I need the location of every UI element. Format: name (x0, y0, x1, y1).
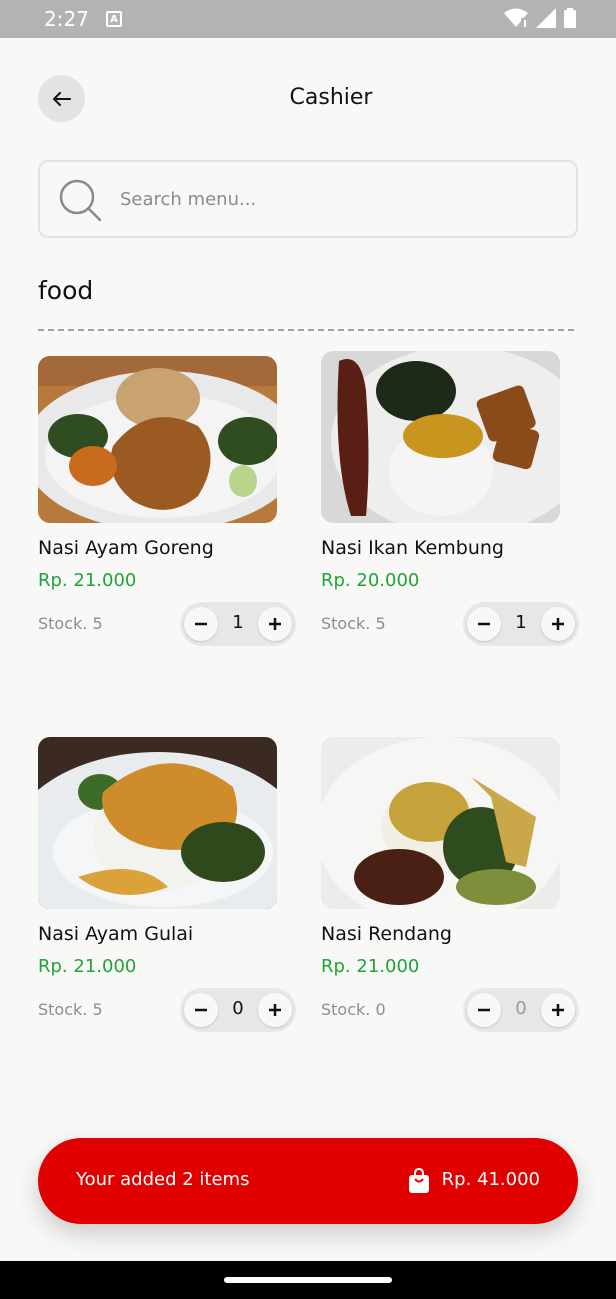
quantity-stepper: 0 (180, 988, 296, 1032)
search-box[interactable] (38, 160, 578, 238)
curry-chicken-rice-image (38, 737, 277, 909)
decrease-button[interactable] (467, 607, 501, 641)
status-bar: 2:27 A (0, 0, 616, 38)
quantity-value: 1 (515, 612, 527, 633)
a-icon: A (106, 11, 122, 27)
rendang-rice-image (321, 737, 560, 909)
status-time: 2:27 (44, 7, 89, 31)
decrease-button[interactable] (184, 993, 218, 1027)
minus-icon (478, 1008, 490, 1012)
menu-card[interactable]: Nasi Ayam Gulai Rp. 21.000 Stock. 5 0 (38, 736, 298, 1036)
search-input[interactable] (120, 162, 560, 236)
battery-icon (564, 8, 576, 28)
category-title: food (38, 276, 94, 305)
decrease-button[interactable] (467, 993, 501, 1027)
increase-button[interactable] (258, 993, 292, 1027)
quantity-value: 0 (232, 998, 244, 1019)
item-stock: Stock. 0 (321, 1000, 386, 1019)
wifi-icon (504, 8, 528, 27)
fried-chicken-rice-image (38, 356, 277, 523)
minus-icon (195, 622, 207, 626)
cart-summary: Your added 2 items (76, 1169, 250, 1190)
navigation-bar (0, 1261, 616, 1299)
header: Cashier (0, 38, 616, 158)
quantity-value: 0 (515, 998, 527, 1019)
cart-bar[interactable]: Your added 2 items Rp. 41.000 (38, 1138, 578, 1224)
item-price: Rp. 21.000 (38, 570, 137, 591)
item-price: Rp. 20.000 (321, 570, 420, 591)
item-price: Rp. 21.000 (321, 956, 420, 977)
cart-total: Rp. 41.000 (441, 1169, 540, 1190)
increase-button[interactable] (541, 607, 575, 641)
item-name: Nasi Ikan Kembung (321, 537, 504, 559)
increase-button[interactable] (541, 993, 575, 1027)
increase-button[interactable] (258, 607, 292, 641)
item-name: Nasi Ayam Gulai (38, 923, 194, 945)
signal-icon (536, 8, 556, 28)
status-icons (504, 8, 576, 28)
quantity-value: 1 (232, 612, 244, 633)
menu-card[interactable]: Nasi Ayam Goreng Rp. 21.000 Stock. 5 1 (38, 350, 298, 650)
plus-icon (269, 618, 281, 630)
plus-icon (552, 1004, 564, 1016)
item-stock: Stock. 5 (38, 614, 103, 633)
quantity-stepper: 0 (463, 988, 579, 1032)
search-icon (59, 179, 102, 222)
item-name: Nasi Rendang (321, 923, 452, 945)
decrease-button[interactable] (184, 607, 218, 641)
quantity-stepper: 1 (180, 602, 296, 646)
home-indicator[interactable] (224, 1277, 392, 1283)
category-divider (38, 329, 574, 331)
menu-card[interactable]: Nasi Ikan Kembung Rp. 20.000 Stock. 5 1 (321, 350, 581, 650)
menu-card[interactable]: Nasi Rendang Rp. 21.000 Stock. 0 0 (321, 736, 581, 1036)
minus-icon (195, 1008, 207, 1012)
item-stock: Stock. 5 (321, 614, 386, 633)
item-price: Rp. 21.000 (38, 956, 137, 977)
quantity-stepper: 1 (463, 602, 579, 646)
plus-icon (552, 618, 564, 630)
shopping-bag-icon (409, 1168, 429, 1193)
mackerel-rice-image (321, 351, 560, 523)
plus-icon (269, 1004, 281, 1016)
item-name: Nasi Ayam Goreng (38, 537, 214, 559)
page-title: Cashier (289, 85, 373, 110)
item-stock: Stock. 5 (38, 1000, 103, 1019)
minus-icon (478, 622, 490, 626)
